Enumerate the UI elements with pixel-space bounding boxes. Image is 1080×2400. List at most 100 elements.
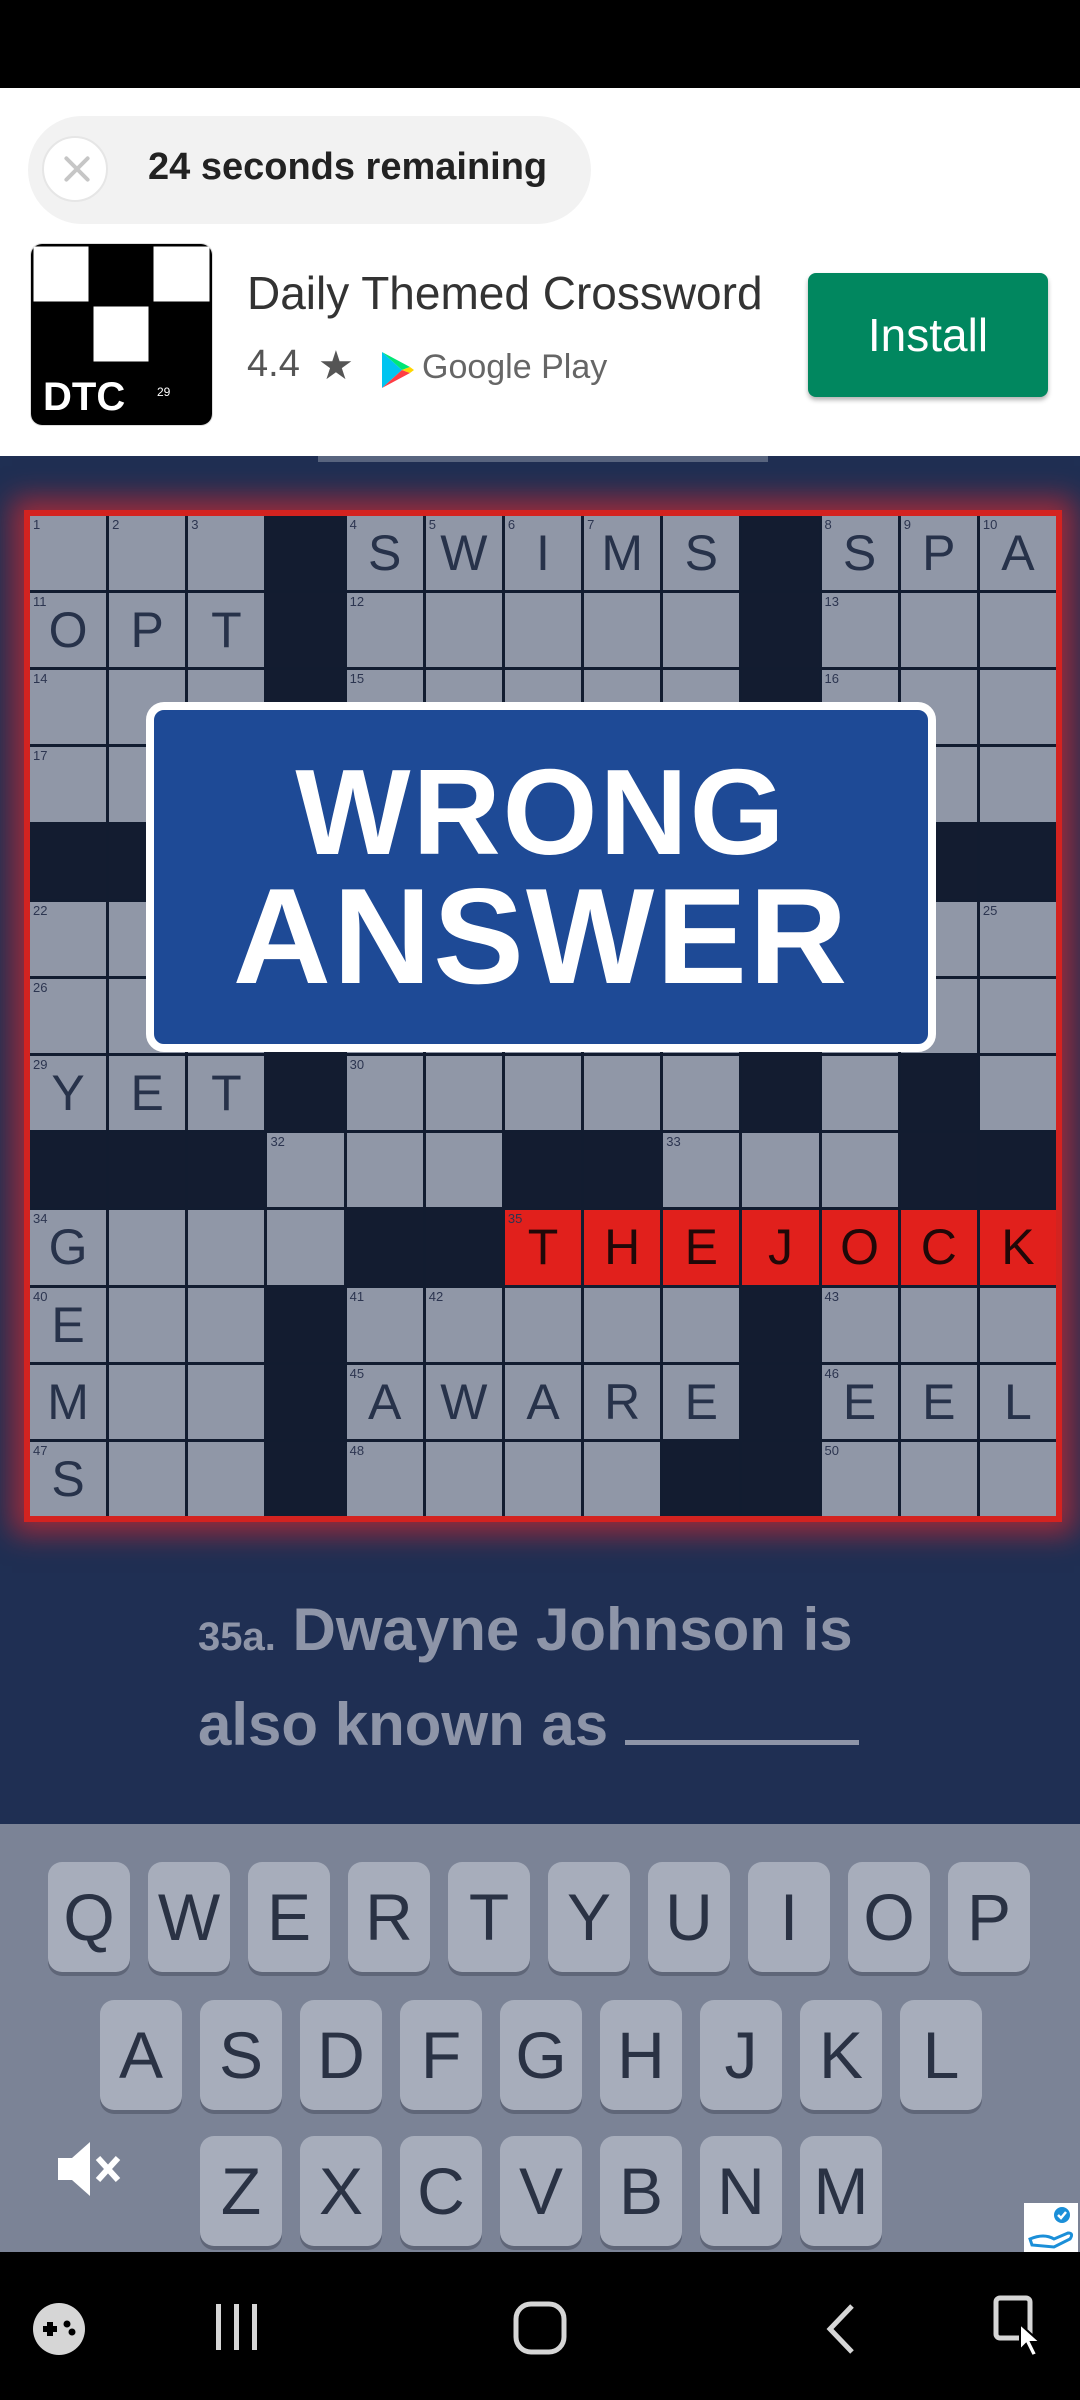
mute-icon[interactable] xyxy=(52,2136,124,2202)
grid-cell: 40 E xyxy=(30,1287,107,1362)
grid-cell xyxy=(109,1441,186,1516)
key-x[interactable]: X xyxy=(300,2136,382,2246)
key-m[interactable]: M xyxy=(800,2136,882,2246)
key-o[interactable]: O xyxy=(848,1862,930,1972)
black-cell xyxy=(346,1210,423,1285)
grid-cell xyxy=(504,1056,582,1131)
clue-line-2: also known as xyxy=(198,1691,609,1758)
grid-cell: 45 A xyxy=(346,1364,423,1439)
key-v[interactable]: V xyxy=(500,2136,582,2246)
key-e[interactable]: E xyxy=(248,1862,330,1972)
highlighted-cell: 35 T xyxy=(504,1210,582,1285)
grid-cell xyxy=(979,1441,1056,1516)
highlighted-cell: E xyxy=(663,1210,740,1285)
game-launcher-icon[interactable] xyxy=(30,2300,88,2358)
cell-letter: J xyxy=(767,1219,793,1276)
black-cell xyxy=(742,1364,819,1439)
icon-number-29: 29 xyxy=(157,385,171,399)
grid-cell: 34 G xyxy=(30,1210,107,1285)
app-title[interactable]: Daily Themed Crossword xyxy=(247,266,763,320)
star-icon: ★ xyxy=(318,344,354,388)
cell-letter: S xyxy=(842,525,877,582)
key-p[interactable]: P xyxy=(948,1862,1030,1972)
cell-number: 5 xyxy=(428,517,436,532)
black-cell xyxy=(30,824,107,899)
cell-number: 48 xyxy=(349,1442,365,1458)
grid-cell xyxy=(109,1287,186,1362)
key-a[interactable]: A xyxy=(100,2000,182,2110)
cell-number: 3 xyxy=(191,517,199,532)
black-cell xyxy=(584,1133,661,1208)
app-icon[interactable]: 20 29 DTC xyxy=(30,243,213,426)
key-t[interactable]: T xyxy=(448,1862,530,1972)
key-s[interactable]: S xyxy=(200,2000,282,2110)
grid-cell: 9P xyxy=(900,516,977,591)
key-j[interactable]: J xyxy=(700,2000,782,2110)
cell-number: 42 xyxy=(428,1288,444,1304)
screen-assist-icon[interactable] xyxy=(990,2294,1050,2360)
grid-cell xyxy=(979,593,1056,668)
black-cell xyxy=(900,1056,977,1131)
adchoices-badge[interactable] xyxy=(1024,2203,1078,2253)
cell-number: 15 xyxy=(349,671,365,687)
key-g[interactable]: G xyxy=(500,2000,582,2110)
key-i[interactable]: I xyxy=(748,1862,830,1972)
cell-number: 26 xyxy=(33,979,48,995)
key-b[interactable]: B xyxy=(600,2136,682,2246)
grid-cell: 50 xyxy=(821,1441,898,1516)
close-icon[interactable] xyxy=(42,136,108,202)
key-u[interactable]: U xyxy=(648,1862,730,1972)
cell-letter: T xyxy=(211,602,242,659)
grid-cell: 8S xyxy=(821,516,898,591)
key-n[interactable]: N xyxy=(700,2136,782,2246)
cell-letter: P xyxy=(922,525,956,582)
grid-cell xyxy=(584,1287,661,1362)
cell-letter: S xyxy=(51,1450,85,1507)
key-k[interactable]: K xyxy=(800,2000,882,2110)
home-icon[interactable] xyxy=(512,2300,568,2356)
grid-cell: 10 A xyxy=(979,516,1056,591)
key-q[interactable]: Q xyxy=(48,1862,130,1972)
grid-cell xyxy=(504,593,582,668)
grid-cell xyxy=(900,593,977,668)
key-d[interactable]: D xyxy=(300,2000,382,2110)
grid-cell xyxy=(504,1287,582,1362)
recent-apps-icon[interactable] xyxy=(210,2302,264,2352)
grid-cell xyxy=(188,1287,265,1362)
grid-cell: E xyxy=(663,1364,740,1439)
cell-number: 35 xyxy=(507,1211,523,1227)
grid-cell xyxy=(979,747,1056,822)
grid-cell: E xyxy=(900,1364,977,1439)
install-button[interactable]: Install xyxy=(808,273,1048,397)
key-h[interactable]: H xyxy=(600,2000,682,2110)
key-z[interactable]: Z xyxy=(200,2136,282,2246)
grid-cell xyxy=(425,1133,502,1208)
key-f[interactable]: F xyxy=(400,2000,482,2110)
grid-cell: S xyxy=(663,516,740,591)
key-l[interactable]: L xyxy=(900,2000,982,2110)
grid-cell: P xyxy=(109,593,186,668)
grid-cell: 12 xyxy=(346,593,423,668)
key-w[interactable]: W xyxy=(148,1862,230,1972)
cell-number: 14 xyxy=(33,671,48,687)
grid-cell xyxy=(821,1056,898,1131)
key-y[interactable]: Y xyxy=(548,1862,630,1972)
cell-number: 29 xyxy=(33,1057,48,1073)
cell-number: 1 xyxy=(33,517,41,532)
highlighted-cell: O xyxy=(821,1210,898,1285)
key-c[interactable]: C xyxy=(400,2136,482,2246)
key-r[interactable]: R xyxy=(348,1862,430,1972)
cell-letter: E xyxy=(130,1065,164,1122)
grid-cell: 1 xyxy=(30,516,107,591)
cell-number: 8 xyxy=(824,517,832,532)
timer-text: 24 seconds remaining xyxy=(148,146,548,188)
black-cell xyxy=(267,516,344,591)
grid-cell xyxy=(425,1056,502,1131)
cell-letter: P xyxy=(130,602,164,659)
cell-number: 50 xyxy=(824,1442,839,1458)
cell-number: 33 xyxy=(666,1134,681,1150)
cell-number: 46 xyxy=(824,1365,839,1381)
cell-number: 6 xyxy=(507,517,516,532)
back-icon[interactable] xyxy=(822,2302,862,2356)
black-cell xyxy=(267,1364,344,1439)
